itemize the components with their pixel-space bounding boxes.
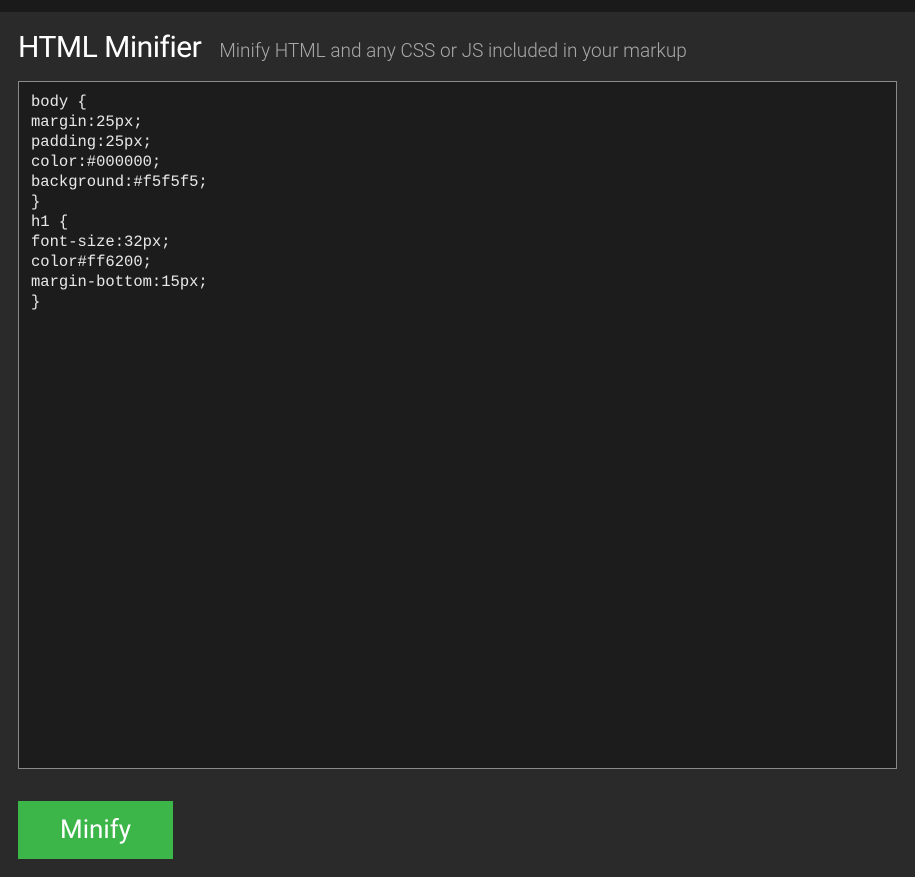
top-bar bbox=[0, 0, 915, 12]
page-subtitle: Minify HTML and any CSS or JS included i… bbox=[219, 39, 687, 62]
page-title: HTML Minifier bbox=[18, 30, 201, 65]
main-container: HTML Minifier Minify HTML and any CSS or… bbox=[0, 12, 915, 877]
button-row: Minify bbox=[18, 801, 897, 859]
header: HTML Minifier Minify HTML and any CSS or… bbox=[18, 30, 897, 65]
minify-button[interactable]: Minify bbox=[18, 801, 173, 859]
code-input[interactable] bbox=[18, 81, 897, 769]
